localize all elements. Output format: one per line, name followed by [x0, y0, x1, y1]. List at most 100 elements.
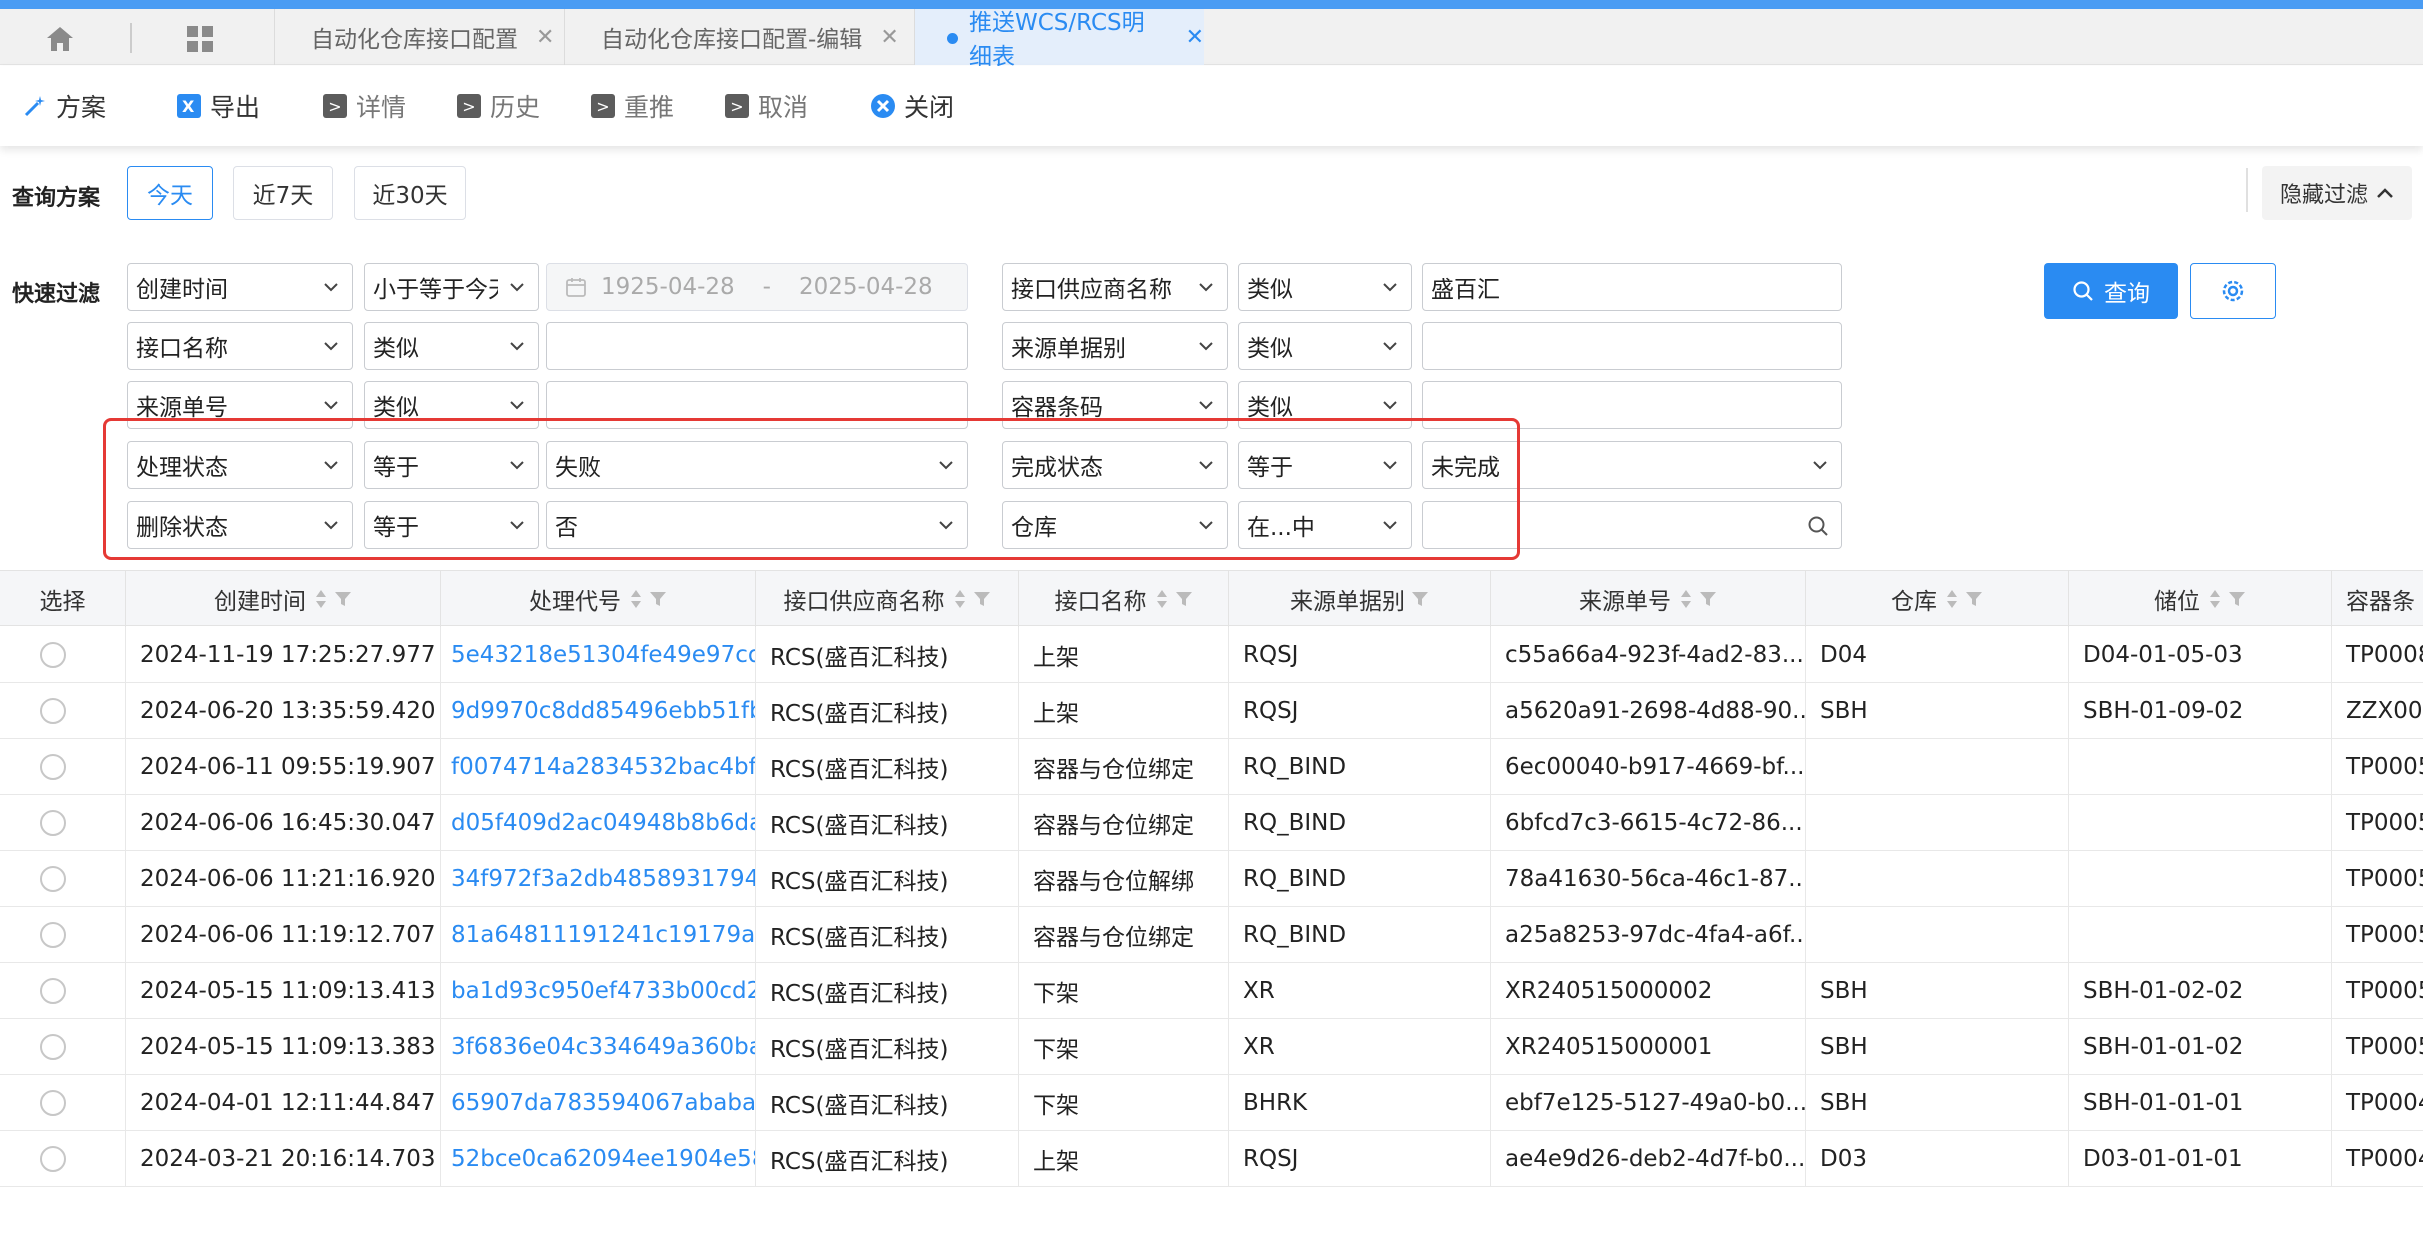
- filter-field-select[interactable]: 接口供应商名称: [1002, 263, 1228, 311]
- col-header-container-code[interactable]: 容器条: [2332, 571, 2423, 627]
- filter-value-input[interactable]: [546, 322, 968, 370]
- select-value: 接口供应商名称: [1011, 277, 1172, 303]
- filter-settings-button[interactable]: [2190, 263, 2276, 319]
- table-row[interactable]: 2024-05-15 11:09:13.413 ba1d93c950ef4733b…: [0, 963, 2423, 1019]
- filter-operator-select[interactable]: 类似: [364, 322, 539, 370]
- table-row[interactable]: 2024-06-20 13:35:59.420 9d9970c8dd85496eb…: [0, 683, 2423, 739]
- search-icon[interactable]: [1807, 515, 1829, 537]
- cell-process-code[interactable]: 5e43218e51304fe49e97cdc: [441, 627, 756, 683]
- col-header-vendor-name[interactable]: 接口供应商名称: [756, 571, 1019, 627]
- tab-push-wcs-rcs-detail[interactable]: 推送WCS/RCS明细表 ✕: [914, 9, 1204, 70]
- filter-icon[interactable]: [1699, 590, 1717, 608]
- filter-field-select[interactable]: 接口名称: [127, 322, 353, 370]
- table-row[interactable]: 2024-11-19 17:25:27.977 5e43218e51304fe49…: [0, 627, 2423, 683]
- row-select-radio[interactable]: [40, 810, 66, 836]
- row-select-radio[interactable]: [40, 698, 66, 724]
- history-button[interactable]: > 历史: [456, 88, 540, 124]
- col-header-interface-name[interactable]: 接口名称: [1019, 571, 1229, 627]
- row-select-radio[interactable]: [40, 978, 66, 1004]
- sort-icon[interactable]: [2208, 588, 2222, 610]
- cell-process-code[interactable]: 3f6836e04c334649a360ba4: [441, 1019, 756, 1075]
- col-header-warehouse[interactable]: 仓库: [1806, 571, 2069, 627]
- sort-icon[interactable]: [1679, 588, 1693, 610]
- filter-value-input[interactable]: 盛百汇: [1422, 263, 1842, 311]
- cell-source-doc-no: ebf7e125-5127-49a0-b0...: [1491, 1075, 1806, 1131]
- close-icon[interactable]: ✕: [880, 25, 898, 50]
- repush-button[interactable]: > 重推: [590, 88, 674, 124]
- cell-source-doc-no: XR240515000002: [1491, 963, 1806, 1019]
- cell-process-code[interactable]: ba1d93c950ef4733b00cd2: [441, 963, 756, 1019]
- row-select-radio[interactable]: [40, 1034, 66, 1060]
- cell-process-code[interactable]: 65907da783594067ababa4: [441, 1075, 756, 1131]
- col-header-created-time[interactable]: 创建时间: [126, 571, 441, 627]
- row-select-radio[interactable]: [40, 866, 66, 892]
- cell-interface-name: 容器与仓位绑定: [1019, 739, 1229, 795]
- col-header-process-code[interactable]: 处理代号: [441, 571, 756, 627]
- cell-container-code: TP0004: [2346, 1146, 2423, 1172]
- cell-source-doc-type: RQSJ: [1229, 1131, 1491, 1187]
- table-row[interactable]: 2024-06-06 16:45:30.047 d05f409d2ac04948b…: [0, 795, 2423, 851]
- tab-interface-config[interactable]: 自动化仓库接口配置 ✕: [274, 9, 564, 65]
- table-row[interactable]: 2024-06-11 09:55:19.907 f0074714a2834532b…: [0, 739, 2423, 795]
- hide-filter-button[interactable]: 隐藏过滤: [2262, 166, 2412, 220]
- sort-icon[interactable]: [1155, 588, 1169, 610]
- table-row[interactable]: 2024-03-21 20:16:14.703 52bce0ca62094ee19…: [0, 1131, 2423, 1187]
- filter-icon[interactable]: [1411, 590, 1429, 608]
- query-button[interactable]: 查询: [2044, 263, 2178, 319]
- filter-icon[interactable]: [1175, 590, 1193, 608]
- table-row[interactable]: 2024-06-06 11:19:12.707 81a64811191241c19…: [0, 907, 2423, 963]
- close-button[interactable]: 关闭: [870, 88, 954, 124]
- filter-icon[interactable]: [334, 590, 352, 608]
- cell-process-code[interactable]: 34f972f3a2db48589317942: [441, 851, 756, 907]
- close-icon[interactable]: ✕: [536, 25, 554, 50]
- row-select-radio[interactable]: [40, 922, 66, 948]
- col-header-location[interactable]: 储位: [2069, 571, 2332, 627]
- col-header-source-doc-type[interactable]: 来源单据别: [1229, 571, 1491, 627]
- filter-operator-select[interactable]: 类似: [1238, 322, 1412, 370]
- filter-icon[interactable]: [649, 590, 667, 608]
- cell-process-code[interactable]: 52bce0ca62094ee1904e58: [441, 1131, 756, 1187]
- table-row[interactable]: 2024-05-15 11:09:13.383 3f6836e04c334649a…: [0, 1019, 2423, 1075]
- scheme-30days-button[interactable]: 近30天: [354, 166, 466, 220]
- tab-interface-config-edit[interactable]: 自动化仓库接口配置-编辑 ✕: [564, 9, 914, 65]
- scheme-button[interactable]: 方案: [22, 88, 106, 124]
- apps-grid-icon[interactable]: [170, 19, 230, 59]
- detail-button[interactable]: > 详情: [322, 88, 406, 124]
- filter-field-select[interactable]: 创建时间: [127, 263, 353, 311]
- cell-source-doc-type: RQSJ: [1229, 683, 1491, 739]
- row-select-radio[interactable]: [40, 642, 66, 668]
- row-select-radio[interactable]: [40, 754, 66, 780]
- filter-field-select[interactable]: 来源单据别: [1002, 322, 1228, 370]
- table-row[interactable]: 2024-04-01 12:11:44.847 65907da783594067a…: [0, 1075, 2423, 1131]
- row-select-radio[interactable]: [40, 1146, 66, 1172]
- sort-icon[interactable]: [314, 588, 328, 610]
- cancel-button[interactable]: > 取消: [724, 88, 808, 124]
- filter-icon[interactable]: [1965, 590, 1983, 608]
- filter-value-input[interactable]: [1422, 322, 1842, 370]
- sort-icon[interactable]: [1945, 588, 1959, 610]
- scheme-7days-button[interactable]: 近7天: [233, 166, 333, 220]
- sort-icon[interactable]: [953, 588, 967, 610]
- calendar-icon: [566, 278, 586, 297]
- table-row[interactable]: 2024-06-06 11:21:16.920 34f972f3a2db48589…: [0, 851, 2423, 907]
- cell-vendor-name: RCS(盛百汇科技): [756, 963, 1019, 1019]
- select-value: 来源单号: [136, 395, 228, 421]
- cell-select: [0, 627, 126, 683]
- col-header-source-doc-no[interactable]: 来源单号: [1491, 571, 1806, 627]
- export-button[interactable]: X 导出: [176, 88, 260, 124]
- scheme-today-button[interactable]: 今天: [127, 166, 213, 220]
- row-select-radio[interactable]: [40, 1090, 66, 1116]
- sort-icon[interactable]: [629, 588, 643, 610]
- filter-operator-select[interactable]: 小于等于今天: [364, 263, 539, 311]
- cell-process-code[interactable]: 81a64811191241c19179ab: [441, 907, 756, 963]
- cell-process-code[interactable]: f0074714a2834532bac4bf8: [441, 739, 756, 795]
- filter-operator-select[interactable]: 类似: [1238, 263, 1412, 311]
- date-range-input[interactable]: 1925-04-28 - 2025-04-28: [546, 263, 968, 311]
- filter-icon[interactable]: [973, 590, 991, 608]
- filter-icon[interactable]: [2228, 590, 2246, 608]
- cell-container-code: TP0005: [2346, 754, 2423, 780]
- home-icon[interactable]: [30, 19, 90, 59]
- close-icon[interactable]: ✕: [1186, 25, 1204, 50]
- cell-process-code[interactable]: 9d9970c8dd85496ebb51fb: [441, 683, 756, 739]
- cell-process-code[interactable]: d05f409d2ac04948b8b6da: [441, 795, 756, 851]
